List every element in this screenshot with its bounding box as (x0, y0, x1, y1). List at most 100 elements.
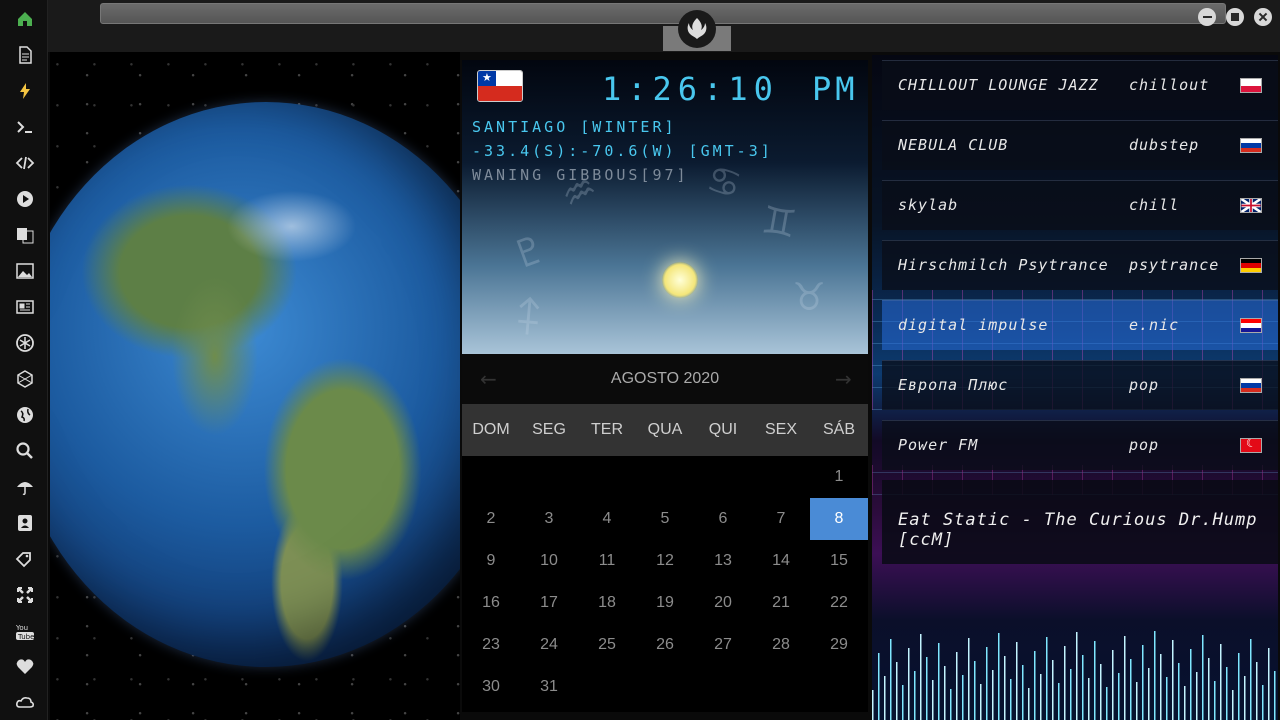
calendar-day[interactable]: 30 (462, 666, 520, 708)
calendar-day[interactable]: 2 (462, 498, 520, 540)
calendar-day[interactable]: 21 (752, 582, 810, 624)
visualizer-bar (1244, 676, 1246, 720)
visualizer-bar (1232, 690, 1234, 720)
visualizer-bar (920, 634, 922, 720)
weekday-label: DOM (472, 421, 510, 438)
station-item[interactable]: digital impulse e.nic (882, 300, 1278, 350)
station-item[interactable]: Европа Плюс pop (882, 360, 1278, 410)
address-bar[interactable] (100, 3, 1226, 24)
news-icon[interactable] (12, 294, 38, 320)
calendar-day[interactable]: 28 (752, 624, 810, 666)
station-item[interactable]: CHILLOUT LOUNGE JAZZ chillout (882, 60, 1278, 110)
calendar-day[interactable]: 17 (520, 582, 578, 624)
station-item[interactable]: skylab chill (882, 180, 1278, 230)
station-genre: chillout (1129, 76, 1210, 94)
calendar-day[interactable]: 1 (810, 456, 868, 498)
station-genre: psytrance (1129, 256, 1220, 274)
station-genre: pop (1129, 436, 1160, 454)
calendar-day[interactable]: 18 (578, 582, 636, 624)
calendar-day[interactable]: 27 (694, 624, 752, 666)
expand-icon[interactable] (12, 582, 38, 608)
weekday-label: SÁB (822, 421, 855, 438)
translate-icon[interactable] (12, 222, 38, 248)
visualizer-bar (1154, 631, 1156, 720)
calendar-day[interactable]: 31 (520, 666, 578, 708)
clock-city: SANTIAGO [WINTER] (472, 118, 677, 136)
visualizer-bar (1076, 632, 1078, 720)
visualizer-bar (938, 643, 940, 720)
minimize-button[interactable] (1198, 8, 1216, 26)
document-icon[interactable] (12, 42, 38, 68)
calendar-day[interactable]: 20 (694, 582, 752, 624)
visualizer-bar (1112, 650, 1114, 720)
visualizer-bar (1196, 672, 1198, 720)
visualizer-bar (950, 689, 952, 720)
visualizer-bar (1118, 673, 1120, 720)
youtube-icon[interactable]: You Tube (12, 618, 38, 644)
calendar-day[interactable]: 25 (578, 624, 636, 666)
country-flag-icon: ☾ (1240, 438, 1262, 453)
visualizer-bar (1208, 658, 1210, 720)
visualizer-bar (1178, 663, 1180, 720)
umbrella-icon[interactable] (12, 474, 38, 500)
heart-icon[interactable] (12, 654, 38, 680)
earth-globe[interactable] (50, 102, 460, 667)
search-icon[interactable] (12, 438, 38, 464)
bolt-icon[interactable] (12, 78, 38, 104)
calendar-day[interactable]: 12 (636, 540, 694, 582)
close-button[interactable] (1254, 8, 1272, 26)
calendar-day[interactable]: 4 (578, 498, 636, 540)
calendar-day[interactable]: 10 (520, 540, 578, 582)
image-icon[interactable] (12, 258, 38, 284)
next-month-icon[interactable]: → (835, 367, 852, 391)
maximize-button[interactable] (1226, 8, 1244, 26)
calendar-day[interactable]: 16 (462, 582, 520, 624)
visualizer-bar (872, 690, 874, 720)
title-bar (48, 0, 1280, 52)
visualizer-bar (1136, 682, 1138, 720)
code-icon[interactable] (12, 150, 38, 176)
rebel-icon[interactable] (12, 330, 38, 356)
calendar-day[interactable]: 19 (636, 582, 694, 624)
play-icon[interactable] (12, 186, 38, 212)
contacts-icon[interactable] (12, 510, 38, 536)
radio-player-widget: CHILLOUT LOUNGE JAZZ chillout NEBULA CLUB d… (872, 55, 1278, 720)
station-name: Hirschmilch Psytrance (898, 256, 1109, 274)
calendar-day[interactable]: 6 (694, 498, 752, 540)
calendar-today[interactable]: 8 (810, 498, 868, 540)
calendar-day[interactable]: 22 (810, 582, 868, 624)
calendar-day[interactable]: 26 (636, 624, 694, 666)
calendar-day[interactable]: 13 (694, 540, 752, 582)
visualizer-bar (1130, 659, 1132, 720)
calendar-day[interactable]: 23 (462, 624, 520, 666)
hexagon-icon[interactable] (12, 366, 38, 392)
calendar-day[interactable]: 15 (810, 540, 868, 582)
clock-ampm: PM (812, 70, 859, 108)
station-item[interactable]: Hirschmilch Psytrance psytrance (882, 240, 1278, 290)
world-clock-widget: ♇ ♒ ♋ ♊ ♉ ♐ ★ 1:26:10 PM SANTIAGO [WINTE… (462, 60, 868, 354)
zodiac-glyph: ♊ (758, 197, 800, 247)
tags-icon[interactable] (12, 546, 38, 572)
globe-icon[interactable] (12, 402, 38, 428)
calendar-day[interactable]: 5 (636, 498, 694, 540)
home-icon[interactable] (12, 6, 38, 32)
visualizer-bar (884, 676, 886, 720)
calendar-day[interactable]: 11 (578, 540, 636, 582)
calendar-day[interactable]: 29 (810, 624, 868, 666)
zodiac-glyph: ♉ (792, 275, 827, 319)
station-name: Европа Плюс (898, 376, 1009, 394)
cloud-icon[interactable] (12, 690, 38, 716)
country-flag-icon (1240, 138, 1262, 153)
terminal-icon[interactable] (12, 114, 38, 140)
calendar-day[interactable]: 24 (520, 624, 578, 666)
station-item[interactable]: Power FM pop ☾ (882, 420, 1278, 470)
country-flag-icon (1240, 198, 1262, 213)
calendar-day[interactable]: 7 (752, 498, 810, 540)
station-name: CHILLOUT LOUNGE JAZZ (898, 76, 1099, 94)
visualizer-bar (932, 680, 934, 720)
calendar-day[interactable]: 9 (462, 540, 520, 582)
visualizer-bar (1124, 636, 1126, 720)
calendar-day[interactable]: 14 (752, 540, 810, 582)
station-item[interactable]: NEBULA CLUB dubstep (882, 120, 1278, 170)
calendar-day[interactable]: 3 (520, 498, 578, 540)
